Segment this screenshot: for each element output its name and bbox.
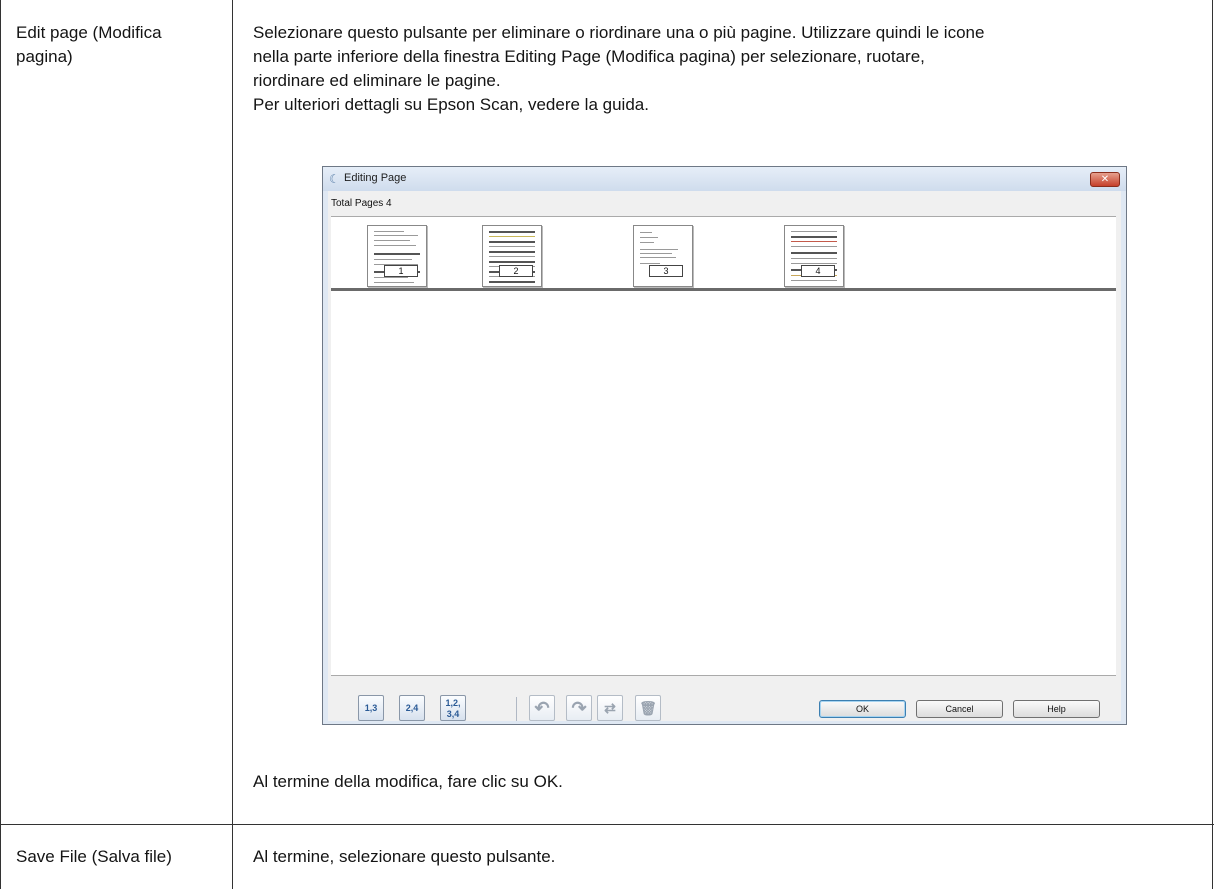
select-odd-pages-icon[interactable]: 1,3 bbox=[358, 695, 384, 721]
window-titlebar: ☾ Editing Page ✕ bbox=[323, 167, 1126, 191]
window-client-area: Total Pages 4 1 2 3 4 1,3 2,4 1,2, 3,4 ↶… bbox=[328, 191, 1121, 721]
description-line: riordinare ed eliminare le pagine. bbox=[253, 71, 501, 90]
term-save-file: Save File (Salva file) bbox=[16, 847, 172, 866]
page-number-label: 2 bbox=[499, 265, 533, 277]
page-thumbnail[interactable] bbox=[784, 225, 844, 287]
cancel-button[interactable]: Cancel bbox=[916, 700, 1003, 718]
window-title: Editing Page bbox=[344, 172, 407, 184]
thumbnail-strip bbox=[331, 216, 1116, 288]
table-right-border bbox=[1212, 0, 1213, 889]
page-thumbnail[interactable] bbox=[367, 225, 427, 287]
delete-page-icon[interactable]: 🗑 bbox=[635, 695, 661, 721]
description-line: nella parte inferiore della finestra Edi… bbox=[253, 47, 925, 66]
term-edit-page: Edit page (Modifica pagina) bbox=[16, 23, 162, 66]
ok-button[interactable]: OK bbox=[819, 700, 906, 718]
page-thumbnail[interactable] bbox=[482, 225, 542, 287]
editing-page-window: ☾ Editing Page ✕ Total Pages 4 1 2 3 4 1… bbox=[322, 166, 1127, 725]
total-pages-label: Total Pages 4 bbox=[331, 198, 392, 209]
select-even-pages-icon[interactable]: 2,4 bbox=[399, 695, 425, 721]
page-preview-area bbox=[331, 291, 1116, 676]
help-button[interactable]: Help bbox=[1013, 700, 1100, 718]
page-number-label: 3 bbox=[649, 265, 683, 277]
description-line: Per ulteriori dettagli su Epson Scan, ve… bbox=[253, 95, 649, 114]
table-row-divider bbox=[0, 824, 1214, 825]
rotate-left-icon[interactable]: ↶ bbox=[529, 695, 555, 721]
description-line: Selezionare questo pulsante per eliminar… bbox=[253, 23, 985, 42]
page-number-label: 4 bbox=[801, 265, 835, 277]
toolbar-separator bbox=[516, 697, 517, 721]
table-left-border bbox=[0, 0, 1, 889]
after-edit-instruction: Al termine della modifica, fare clic su … bbox=[253, 772, 563, 791]
reorder-pages-icon[interactable]: ⇄ bbox=[597, 695, 623, 721]
scanner-app-icon: ☾ bbox=[329, 172, 340, 186]
page-thumbnail[interactable] bbox=[633, 225, 693, 287]
table-column-divider bbox=[232, 0, 233, 889]
window-close-button[interactable]: ✕ bbox=[1090, 172, 1120, 187]
page-number-label: 1 bbox=[384, 265, 418, 277]
description-save-file: Al termine, selezionare questo pulsante. bbox=[253, 847, 556, 866]
rotate-right-icon[interactable]: ↷ bbox=[566, 695, 592, 721]
select-all-pages-icon[interactable]: 1,2, 3,4 bbox=[440, 695, 466, 721]
